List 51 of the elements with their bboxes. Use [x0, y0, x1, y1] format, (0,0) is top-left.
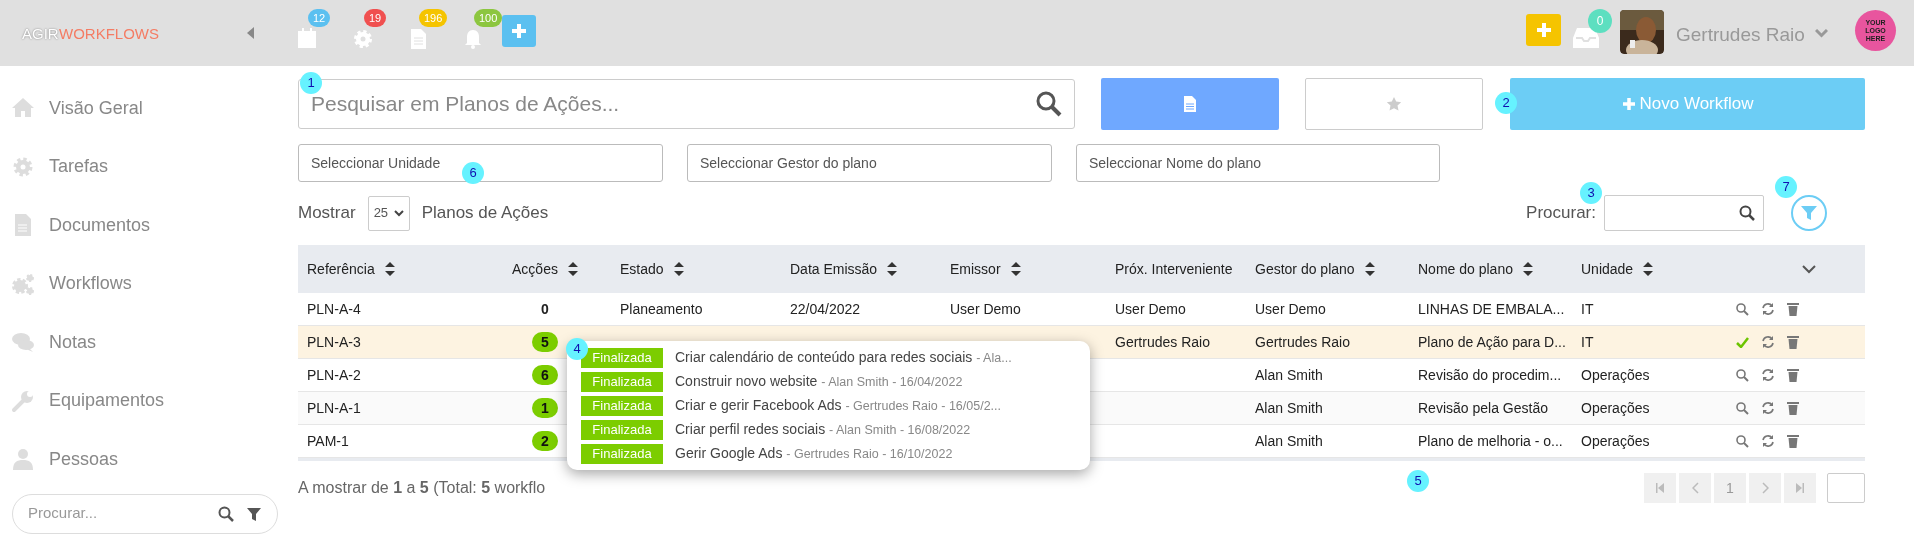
table-cell: Gertrudes Raio	[1255, 333, 1350, 350]
table-cell: Gertrudes Raio	[1115, 333, 1210, 350]
table-cell: Revisão pela Gestão	[1418, 399, 1548, 416]
count-badge: 19	[364, 9, 387, 27]
count-badge: 196	[419, 9, 448, 27]
table-cell: User Demo	[950, 300, 1021, 317]
table-cell: User Demo	[1255, 300, 1326, 317]
status-badge: Finalizada	[581, 395, 663, 416]
count-badge: 100	[474, 9, 503, 27]
table-cell: Alan Smith	[1255, 399, 1323, 416]
table-cell: Alan Smith	[1255, 432, 1323, 449]
table-cell: Revisão do procedim...	[1418, 366, 1562, 383]
length-label: Planos de Ações	[421, 202, 549, 225]
count-badge: 0	[1588, 9, 1612, 33]
status-badge: Finalizada	[581, 347, 663, 368]
annotation-marker: 3	[1580, 182, 1602, 204]
table-cell: PAM-1	[307, 432, 349, 449]
annotation-marker: 2	[1495, 92, 1517, 114]
search-label: Procurar:	[1526, 202, 1596, 225]
module-title: WORKFLOWS	[59, 24, 159, 44]
status-badge: Finalizada	[581, 419, 663, 440]
length-label: Mostrar	[298, 202, 356, 225]
annotation-marker: 7	[1775, 176, 1797, 198]
count-text: 0	[541, 299, 549, 319]
results-summary: A mostrar de 1 a 5 (Total: 5 workflo	[298, 478, 546, 498]
annotation-marker: 5	[1407, 470, 1429, 492]
count-badge: 2	[532, 431, 558, 451]
count-badge: 1	[532, 398, 558, 418]
status-badge: Finalizada	[581, 443, 663, 464]
table-cell: PLN-A-2	[307, 366, 361, 383]
table-cell: Plano de Ação para D...	[1418, 333, 1566, 350]
table-cell: Alan Smith	[1255, 366, 1323, 383]
status-badge: Finalizada	[581, 371, 663, 392]
table-cell: LINHAS DE EMBALA...	[1418, 300, 1565, 317]
table-cell: IT	[1581, 300, 1594, 317]
table-cell: User Demo	[1115, 300, 1186, 317]
table-cell: 22/04/2022	[790, 300, 861, 317]
table-cell: IT	[1581, 333, 1594, 350]
table-cell: Operações	[1581, 366, 1650, 383]
table-cell: Operações	[1581, 399, 1650, 416]
count-badge: 6	[532, 365, 558, 385]
table-cell: Planeamento	[620, 300, 703, 317]
annotation-marker: 6	[462, 162, 484, 184]
count-badge: 12	[308, 9, 331, 27]
annotation-marker: 1	[300, 72, 322, 94]
table-cell: PLN-A-3	[307, 333, 361, 350]
table-cell: Plano de melhoria - o...	[1418, 432, 1563, 449]
count-badge: 5	[532, 332, 558, 352]
table-cell: PLN-A-4	[307, 300, 361, 317]
table-cell: Operações	[1581, 432, 1650, 449]
table-cell: PLN-A-1	[307, 399, 361, 416]
